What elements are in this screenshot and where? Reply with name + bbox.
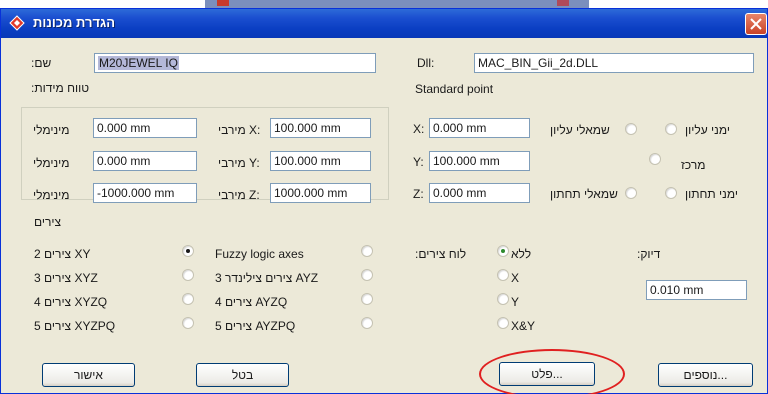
corner-center-label: מרכז	[681, 158, 706, 172]
corner-top-left-label: שמאלי עליון	[550, 123, 610, 137]
window-title: הגדרת מכונות	[33, 15, 116, 30]
min-x-input[interactable]: 0.000 mm	[93, 118, 197, 138]
axes-option-radio[interactable]	[182, 245, 194, 257]
board-option-radio[interactable]	[497, 269, 509, 281]
std-y-input[interactable]: 100.000 mm	[429, 151, 530, 171]
annotation-ellipse	[479, 349, 625, 394]
board-option-label: X	[511, 271, 520, 285]
axes-option-radio[interactable]	[361, 317, 373, 329]
axes-option-label: 3 צירים XYZ	[34, 271, 98, 285]
board-option-label: ללא	[511, 247, 532, 261]
max-label-y: מירבי Y:	[218, 156, 260, 170]
corner-bottom-right-radio[interactable]	[665, 187, 677, 199]
axes-option-radio[interactable]	[361, 269, 373, 281]
max-z-input[interactable]: 1000.000 mm	[270, 183, 371, 203]
corner-top-right-label: ימני עליון	[685, 123, 730, 137]
std-x-label: X:	[413, 122, 425, 136]
axes-option-radio[interactable]	[182, 293, 194, 305]
axes-option-label: 4 צירים XYZQ	[34, 295, 108, 309]
corner-center-radio[interactable]	[649, 153, 661, 165]
measure-range-title: טווח מידות:	[31, 81, 90, 95]
axes-title: צירים	[34, 215, 62, 229]
close-button[interactable]	[745, 13, 767, 35]
close-icon	[750, 18, 762, 30]
std-z-label: Z:	[413, 187, 424, 201]
axes-option-label: 4 צירים AYZQ	[215, 295, 288, 309]
min-label-z: מינימלי	[33, 188, 70, 202]
more-button[interactable]: נוספים...	[658, 363, 753, 387]
name-label: שם:	[31, 56, 52, 70]
min-label-y: מינימלי	[33, 156, 70, 170]
background-strip	[205, 0, 589, 8]
name-value: M20JEWEL IQ	[98, 56, 179, 70]
background-icon	[557, 0, 569, 6]
axes-option-radio[interactable]	[361, 245, 373, 257]
min-y-input[interactable]: 0.000 mm	[93, 151, 197, 171]
dll-input[interactable]: MAC_BIN_Gii_2d.DLL	[474, 53, 754, 73]
axes-option-label: 2 צירים XY	[34, 247, 91, 261]
max-label-z: מירבי Z:	[218, 188, 260, 202]
std-z-input[interactable]: 0.000 mm	[429, 183, 530, 203]
min-z-input[interactable]: -1000.000 mm	[93, 183, 197, 203]
cancel-button[interactable]: בטל	[196, 363, 289, 387]
board-option-radio[interactable]	[497, 293, 509, 305]
max-label-x: מירבי X:	[218, 123, 261, 137]
title-bar[interactable]: הגדרת מכונות	[1, 9, 767, 38]
corner-top-left-radio[interactable]	[625, 123, 637, 135]
precision-input[interactable]: 0.010 mm	[646, 280, 747, 300]
board-title: לוח צירים:	[415, 247, 467, 261]
board-option-radio[interactable]	[497, 245, 509, 257]
board-option-label: Y	[511, 295, 520, 309]
corner-top-right-radio[interactable]	[665, 123, 677, 135]
ok-button[interactable]: אישור	[42, 363, 135, 387]
background-blank	[589, 0, 768, 8]
corner-bottom-left-label: שמאלי תחתון	[550, 187, 618, 201]
precision-label: דיוק:	[637, 247, 661, 261]
standard-point-title: Standard point	[415, 82, 494, 96]
name-input[interactable]: M20JEWEL IQ	[94, 53, 376, 73]
max-x-input[interactable]: 100.000 mm	[270, 118, 371, 138]
board-option-label: X&Y	[511, 319, 536, 333]
max-y-input[interactable]: 100.000 mm	[270, 151, 371, 171]
machine-settings-dialog: הגדרת מכונות שם: M20JEWEL IQ Dll: MAC_BI…	[0, 8, 768, 394]
axes-option-label: 5 צירים XYZPQ	[34, 319, 116, 333]
axes-option-label: Fuzzy logic axes	[215, 247, 304, 261]
dll-label: Dll:	[417, 56, 435, 70]
std-x-input[interactable]: 0.000 mm	[429, 118, 530, 138]
axes-option-radio[interactable]	[182, 317, 194, 329]
background-icon	[217, 0, 229, 6]
axes-option-radio[interactable]	[182, 269, 194, 281]
axes-option-label: 3 צירים צילינדר AYZ	[215, 271, 319, 285]
corner-bottom-right-label: ימני תחתון	[685, 187, 738, 201]
board-option-radio[interactable]	[497, 317, 509, 329]
min-label-x: מינימלי	[33, 123, 70, 137]
corner-bottom-left-radio[interactable]	[625, 187, 637, 199]
std-y-label: Y:	[413, 155, 424, 169]
app-icon	[9, 15, 25, 31]
axes-option-radio[interactable]	[361, 293, 373, 305]
axes-option-label: 5 צירים AYZPQ	[215, 319, 296, 333]
